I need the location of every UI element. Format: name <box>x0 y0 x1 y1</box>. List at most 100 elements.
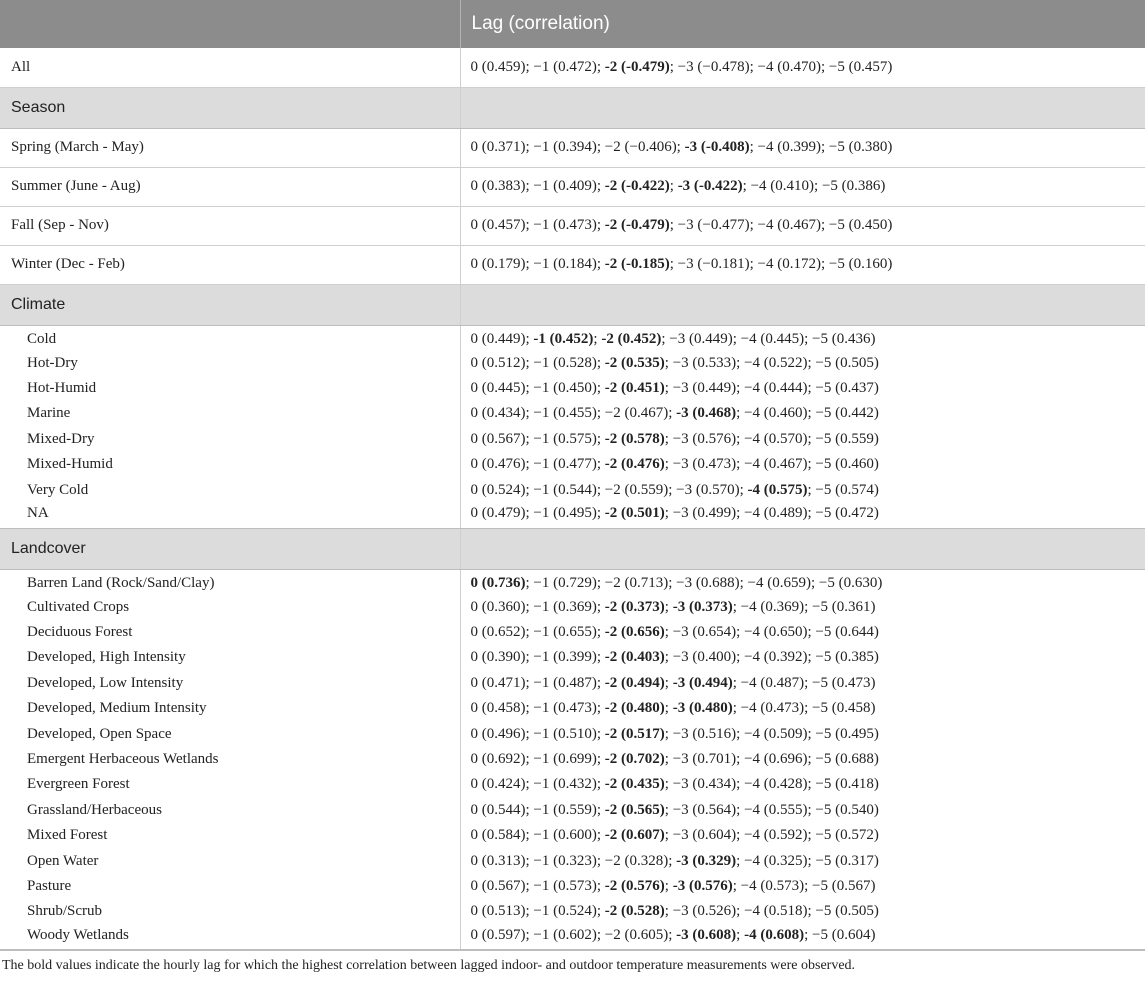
lag-value-text: ; −4 (0.325); −5 (0.317) <box>736 852 879 869</box>
table-row: Developed, Low Intensity 0 (0.471); −1 (0… <box>0 670 1145 697</box>
table-row: Mixed-Dry 0 (0.567); −1 (0.575); -2 (0.57… <box>0 426 1145 452</box>
row-lag-values: 0 (0.524); −1 (0.544); −2 (0.559); −3 (0… <box>460 477 1145 502</box>
lag-value-text: 0 (0.567); −1 (0.573); <box>470 878 605 894</box>
table-row: NA 0 (0.479); −1 (0.495); -2 (0.501); −3 … <box>0 502 1145 529</box>
lag-value-text: 0 (0.496); −1 (0.510); <box>470 725 605 742</box>
table-row: Hot-Humid 0 (0.445); −1 (0.450); -2 (0.45… <box>0 375 1145 402</box>
row-label: Winter (Dec - Feb) <box>0 245 461 285</box>
row-label: Emergent Herbaceous Wetlands <box>0 746 461 773</box>
row-label: Developed, Low Intensity <box>0 670 461 697</box>
row-lag-values: 0 (0.476); −1 (0.477); -2 (0.476); −3 (0… <box>460 452 1145 477</box>
max-correlation-value: -2 (0.435) <box>604 776 665 793</box>
row-lag-values: 0 (0.584); −1 (0.600); -2 (0.607); −3 (0… <box>460 823 1145 848</box>
lag-value-text: 0 (0.458); −1 (0.473); <box>470 700 605 717</box>
max-correlation-value: -2 (0.535) <box>604 354 665 371</box>
row-lag-values: 0 (0.371); −1 (0.394); −2 (−0.406); -3 (… <box>460 128 1145 168</box>
max-correlation-value: -3 (0.608) <box>676 927 737 944</box>
table-row: Mixed Forest 0 (0.584); −1 (0.600); -2 (0… <box>0 823 1145 849</box>
lag-correlation-table: Lag (correlation) All 0 (0.459); −1 (0.47… <box>0 0 1145 951</box>
row-label: Woody Wetlands <box>0 924 461 951</box>
row-lag-values: 0 (0.512); −1 (0.528); -2 (0.535); −3 (0… <box>460 350 1145 375</box>
lag-value-text: ; −3 (0.499); −4 (0.489); −5 (0.472) <box>664 505 879 522</box>
lag-value-text: ; −5 (0.574) <box>807 481 879 498</box>
table-row: Winter (Dec - Feb) 0 (0.179); −1 (0.184);… <box>0 245 1145 285</box>
row-label: Grassland/Herbaceous <box>0 797 461 824</box>
lag-value-text: ; <box>664 598 673 615</box>
lag-value-text: 0 (0.513); −1 (0.524); <box>470 903 605 920</box>
table-footnote: The bold values indicate the hourly lag … <box>2 958 856 974</box>
lag-value-text: ; −4 (0.460); −5 (0.442) <box>736 405 879 422</box>
row-label: All <box>0 48 461 88</box>
row-lag-values: 0 (0.424); −1 (0.432); -2 (0.435); −3 (0… <box>460 772 1145 797</box>
table-row: Barren Land (Rock/Sand/Clay) 0 (0.736); −… <box>0 569 1145 595</box>
row-lag-values: 0 (0.459); −1 (0.472); -2 (-0.479); −3 (… <box>460 48 1145 88</box>
row-lag-values: 0 (0.567); −1 (0.575); -2 (0.578); −3 (0… <box>460 427 1145 452</box>
max-correlation-value: -3 (-0.408) <box>684 139 750 155</box>
row-label: Barren Land (Rock/Sand/Clay) <box>0 569 461 595</box>
lag-value-text: ; −4 (0.487); −5 (0.473) <box>732 674 876 691</box>
lag-value-text: 0 (0.584); −1 (0.600); <box>470 827 605 844</box>
table-row: Developed, Medium Intensity 0 (0.458); −1… <box>0 696 1145 722</box>
table-row: Cultivated Crops 0 (0.360); −1 (0.369); -… <box>0 594 1145 620</box>
lag-value-text: ; −3 (0.449); −4 (0.444); −5 (0.437) <box>664 379 879 396</box>
row-label: Developed, Medium Intensity <box>0 696 461 722</box>
lag-value-text: ; −5 (0.604) <box>804 927 876 944</box>
max-correlation-value: -2 (0.480) <box>604 700 665 717</box>
table-wrapper: Lag (correlation) All 0 (0.459); −1 (0.47… <box>0 0 1145 952</box>
lag-value-text: 0 (0.692); −1 (0.699); <box>470 751 605 768</box>
lag-value-text: ; <box>736 927 745 944</box>
max-correlation-value: -2 (0.565) <box>604 801 665 818</box>
lag-value-text: ; −4 (0.369); −5 (0.361) <box>732 598 876 615</box>
lag-value-text: 0 (0.479); −1 (0.495); <box>470 505 605 522</box>
max-correlation-value: -2 (0.476) <box>604 456 665 473</box>
table-row: Summer (June - Aug) 0 (0.383); −1 (0.409)… <box>0 167 1145 207</box>
table-row: Cold 0 (0.449); -1 (0.452); -2 (0.452); −… <box>0 325 1145 351</box>
max-correlation-value: -2 (0.452) <box>601 330 662 347</box>
max-correlation-value: -2 (-0.479) <box>604 58 670 75</box>
lag-value-text: ; −3 (−0.477); −4 (0.467); −5 (0.450) <box>669 217 893 233</box>
row-lag-values: 0 (0.313); −1 (0.323); −2 (0.328); -3 (0… <box>460 848 1145 873</box>
section-header-empty-cell <box>459 527 1145 570</box>
max-correlation-value: -2 (0.656) <box>604 624 665 641</box>
lag-value-text: 0 (0.383); −1 (0.409); <box>470 178 605 194</box>
max-correlation-value: -3 (0.494) <box>672 674 733 691</box>
max-correlation-value: -3 (0.329) <box>676 852 737 869</box>
max-correlation-value: -2 (0.607) <box>604 827 665 844</box>
lag-value-text: ; −3 (0.701); −4 (0.696); −5 (0.688) <box>664 751 879 768</box>
max-correlation-value: -1 (0.452) <box>533 330 594 347</box>
lag-value-text: ; −3 (0.533); −4 (0.522); −5 (0.505) <box>664 354 879 371</box>
row-lag-values: 0 (0.567); −1 (0.573); -2 (0.576); -3 (0… <box>460 874 1145 899</box>
lag-value-text: ; −3 (0.449); −4 (0.445); −5 (0.436) <box>661 330 876 347</box>
table-row: Marine 0 (0.434); −1 (0.455); −2 (0.467);… <box>0 401 1145 427</box>
lag-value-text: ; −3 (0.564); −4 (0.555); −5 (0.540) <box>664 801 879 818</box>
max-correlation-value: -2 (0.528) <box>604 903 665 920</box>
lag-value-text: 0 (0.457); −1 (0.473); <box>470 217 605 233</box>
table-row: Developed, High Intensity 0 (0.390); −1 (… <box>0 645 1145 671</box>
table-row: All 0 (0.459); −1 (0.472); -2 (-0.479); −… <box>0 48 1145 88</box>
lag-value-text: ; −3 (0.400); −4 (0.392); −5 (0.385) <box>664 649 879 666</box>
table-row: Woody Wetlands 0 (0.597); −1 (0.602); −2 … <box>0 924 1145 951</box>
table-row: Deciduous Forest 0 (0.652); −1 (0.655); -… <box>0 619 1145 646</box>
max-correlation-value: -2 (-0.479) <box>604 217 670 233</box>
row-label: Mixed-Dry <box>0 426 461 452</box>
max-correlation-value: -2 (0.494) <box>604 674 665 691</box>
row-label: Hot-Dry <box>0 350 461 376</box>
row-label: Very Cold <box>0 477 461 503</box>
row-lag-values: 0 (0.597); −1 (0.602); −2 (0.605); -3 (0… <box>460 924 1145 951</box>
max-correlation-value: -2 (0.578) <box>604 430 665 447</box>
row-lag-values: 0 (0.496); −1 (0.510); -2 (0.517); −3 (0… <box>460 721 1145 746</box>
row-lag-values: 0 (0.479); −1 (0.495); -2 (0.501); −3 (0… <box>460 502 1145 529</box>
lag-value-text: 0 (0.471); −1 (0.487); <box>470 674 605 691</box>
lag-value-text: 0 (0.390); −1 (0.399); <box>470 649 605 666</box>
row-lag-values: 0 (0.449); -1 (0.452); -2 (0.452); −3 (0… <box>460 325 1145 350</box>
row-label: Spring (March - May) <box>0 128 461 168</box>
row-lag-values: 0 (0.457); −1 (0.473); -2 (-0.479); −3 (… <box>460 206 1145 246</box>
lag-value-text: ; −3 (−0.181); −4 (0.172); −5 (0.160) <box>669 256 893 272</box>
row-label: Mixed-Humid <box>0 451 461 478</box>
row-lag-values: 0 (0.692); −1 (0.699); -2 (0.702); −3 (0… <box>460 747 1145 772</box>
lag-value-text: ; −3 (0.604); −4 (0.592); −5 (0.572) <box>664 827 879 844</box>
max-correlation-value: -2 (-0.185) <box>604 256 670 272</box>
max-correlation-value: -2 (0.501) <box>604 505 665 522</box>
max-correlation-value: -2 (0.403) <box>604 649 665 666</box>
max-correlation-value: -3 (0.373) <box>672 598 733 615</box>
